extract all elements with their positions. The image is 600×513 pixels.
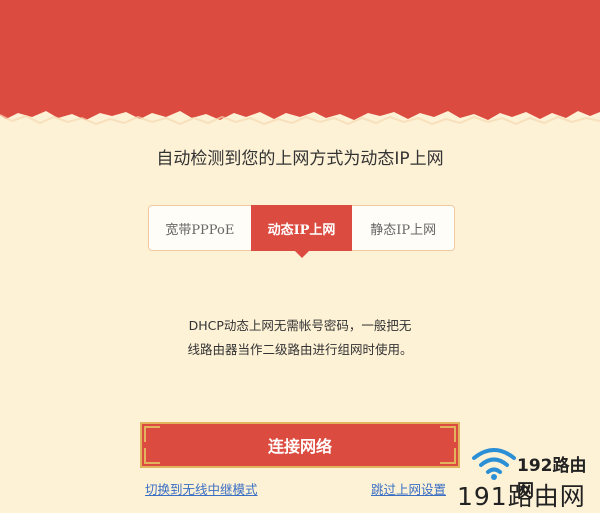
watermark-text-bottom: 191路由网 xyxy=(457,482,586,511)
description: DHCP动态上网无需帐号密码，一般把无 线路由器当作二级路由进行组网时使用。 xyxy=(0,314,600,362)
connect-button-label: 连接网络 xyxy=(267,437,332,456)
watermark-logo: 192路由网 191路由网 xyxy=(455,443,600,513)
switch-repeater-mode-link[interactable]: 切换到无线中继模式 xyxy=(145,479,258,498)
description-line-2: 线路由器当作二级路由进行组网时使用。 xyxy=(187,342,413,357)
corner-ornament xyxy=(440,426,456,442)
tab-dynamic-ip[interactable]: 动态IP上网 xyxy=(250,205,353,258)
page-title: 自动检测到您的上网方式为动态IP上网 xyxy=(156,149,444,169)
connection-type-tabs: 宽带PPPoE 动态IP上网 静态IP上网 xyxy=(148,205,455,258)
corner-ornament xyxy=(144,448,160,464)
corner-ornament xyxy=(440,448,456,464)
description-line-1: DHCP动态上网无需帐号密码，一般把无 xyxy=(188,318,412,333)
skip-setup-link[interactable]: 跳过上网设置 xyxy=(371,479,446,498)
top-banner xyxy=(0,0,600,130)
wifi-icon xyxy=(472,448,516,480)
tab-pppoe[interactable]: 宽带PPPoE xyxy=(149,206,251,250)
tab-static-ip[interactable]: 静态IP上网 xyxy=(352,206,454,250)
connect-button[interactable]: 连接网络 xyxy=(140,422,460,468)
corner-ornament xyxy=(144,426,160,442)
